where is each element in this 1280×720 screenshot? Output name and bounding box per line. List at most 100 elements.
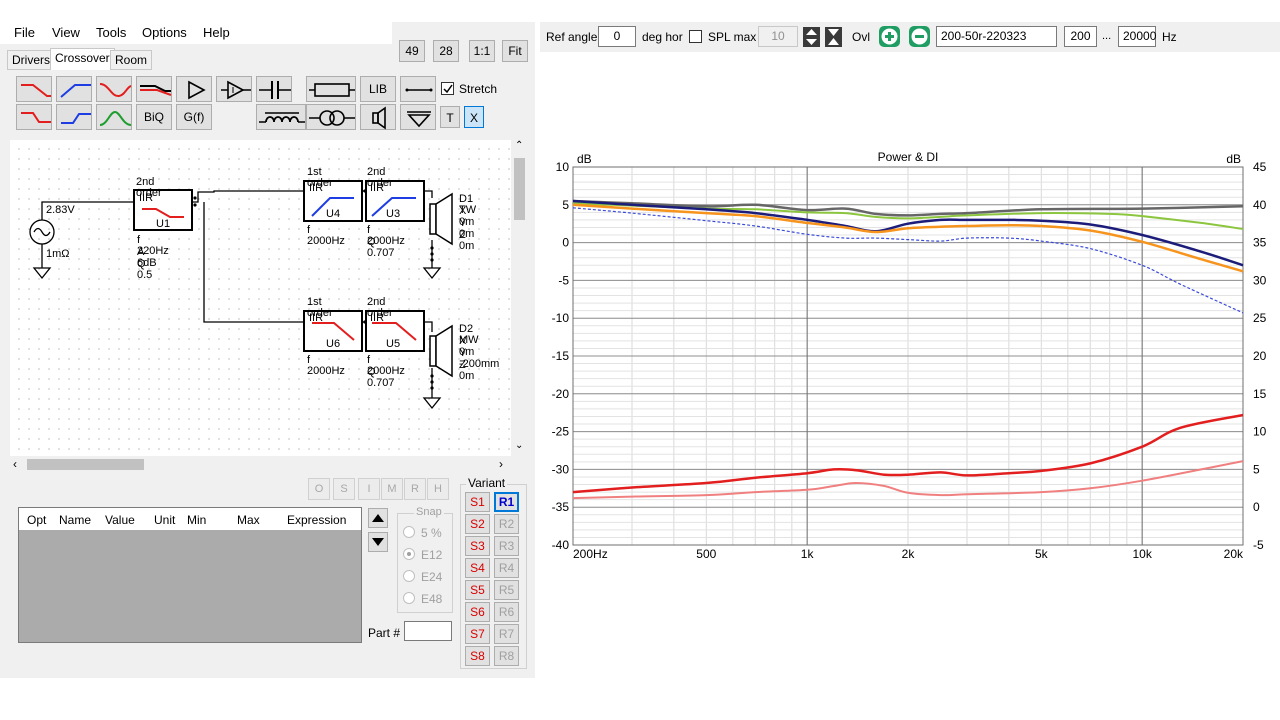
y-tick-label: -20: [552, 387, 570, 401]
add-overlay-button[interactable]: [879, 26, 900, 47]
variant-name-input[interactable]: 200-50r-220323: [936, 26, 1057, 47]
snap-5-radio[interactable]: [403, 526, 415, 538]
variant-r3-button[interactable]: R3: [494, 536, 519, 556]
x-tick-label: 500: [696, 547, 716, 561]
y2-tick-label: 15: [1253, 387, 1267, 401]
u4-freq-label: f 2000Hz: [307, 224, 345, 247]
deg-hor-label: deg hor: [642, 30, 683, 44]
snap-e12-label: E12: [421, 548, 443, 562]
spl-max-input[interactable]: 10: [758, 26, 798, 47]
variant-r7-button[interactable]: R7: [494, 624, 519, 644]
variant-s3-button[interactable]: S3: [465, 536, 490, 556]
option-h-button[interactable]: H: [427, 478, 449, 500]
column-unit[interactable]: Unit: [154, 513, 175, 527]
variant-s2-button[interactable]: S2: [465, 514, 490, 534]
variant-s8-button[interactable]: S8: [465, 646, 490, 666]
u4-type-label: IIR: [309, 182, 324, 194]
y2-tick-label: -5: [1253, 538, 1264, 552]
snap-e12-radio[interactable]: [403, 548, 415, 560]
y-tick-label: -25: [552, 425, 570, 439]
arrow-up-icon: [372, 514, 384, 522]
spl-max-label: SPL max: [708, 30, 757, 44]
variant-s4-button[interactable]: S4: [465, 558, 490, 578]
u3-type-label: IIR: [370, 182, 385, 194]
column-min[interactable]: Min: [187, 513, 206, 527]
variant-r2-button[interactable]: R2: [494, 514, 519, 534]
chart-title: Power & DI: [878, 150, 939, 164]
column-expression[interactable]: Expression: [287, 513, 346, 527]
option-r-button[interactable]: R: [404, 478, 426, 500]
variant-title: Variant: [466, 476, 508, 490]
x-tick-label: 1k: [801, 547, 815, 561]
y-tick-label: -5: [558, 273, 569, 287]
u1-q-label: Q 0.5: [137, 258, 153, 281]
y-tick-label: -30: [552, 462, 570, 476]
ovl-label: Ovl: [852, 30, 870, 44]
vertical-scroll-thumb[interactable]: [514, 158, 525, 220]
variant-r4-button[interactable]: R4: [494, 558, 519, 578]
spin-updown-icon: [806, 29, 817, 45]
part-number-input[interactable]: [404, 621, 452, 641]
source-voltage-label: 2.83V: [46, 204, 75, 216]
option-s-button[interactable]: S: [333, 478, 355, 500]
column-max[interactable]: Max: [237, 513, 260, 527]
driver-d2-icon[interactable]: [429, 324, 453, 378]
u6-type-label: IIR: [309, 312, 324, 324]
x-tick-label: 5k: [1035, 547, 1049, 561]
schematic-vertical-scrollbar[interactable]: ⌃ ⌄: [511, 140, 528, 456]
option-m-button[interactable]: M: [381, 478, 403, 500]
parameter-table[interactable]: Opt Name Value Unit Min Max Expression: [18, 507, 362, 643]
scroll-up-icon[interactable]: ⌃: [515, 140, 523, 151]
variant-s6-button[interactable]: S6: [465, 602, 490, 622]
part-number-label: Part #: [368, 626, 401, 640]
u6-name-label: U6: [326, 338, 341, 350]
column-value[interactable]: Value: [105, 513, 135, 527]
source-resistance-label: 1mΩ: [46, 248, 70, 260]
collapse-icon: [828, 29, 839, 45]
ref-angle-input[interactable]: 0: [598, 26, 636, 47]
column-name[interactable]: Name: [59, 513, 91, 527]
variant-r1-button[interactable]: R1: [494, 492, 519, 512]
y2-tick-label: 10: [1253, 425, 1267, 439]
snap-e48-radio[interactable]: [403, 592, 415, 604]
power-di-chart[interactable]: 10 5 0 -5 -10 -15 -20 -25 -30 -35 -40 45 40 35 30 25 20 1…: [541, 53, 1280, 613]
variant-s5-button[interactable]: S5: [465, 580, 490, 600]
y-tick-label: 10: [556, 160, 570, 174]
y-tick-label: -10: [552, 311, 570, 325]
move-down-button[interactable]: [368, 532, 388, 552]
snap-e24-radio[interactable]: [403, 570, 415, 582]
move-up-button[interactable]: [368, 508, 388, 528]
option-o-button[interactable]: O: [308, 478, 330, 500]
y-tick-label: -40: [552, 538, 570, 552]
y2-tick-label: 45: [1253, 160, 1267, 174]
spl-spin-button[interactable]: [803, 27, 820, 47]
driver-d1-icon[interactable]: [429, 192, 453, 246]
snap-e48-label: E48: [421, 592, 443, 606]
y-tick-label: -15: [552, 349, 570, 363]
y2-tick-label: 0: [1253, 500, 1260, 514]
frequency-min-input[interactable]: 200: [1064, 26, 1097, 47]
x-tick-label: 200Hz: [573, 547, 608, 561]
variant-r8-button[interactable]: R8: [494, 646, 519, 666]
variant-r5-button[interactable]: R5: [494, 580, 519, 600]
y2-tick-label: 35: [1253, 236, 1267, 250]
y2-tick-label: 5: [1253, 462, 1260, 476]
scroll-down-icon[interactable]: ⌄: [515, 440, 523, 451]
spl-max-checkbox[interactable]: [689, 30, 702, 43]
scroll-left-icon[interactable]: ‹: [13, 457, 17, 471]
y2-tick-label: 40: [1253, 198, 1267, 212]
variant-s1-button[interactable]: S1: [465, 492, 490, 512]
variant-s7-button[interactable]: S7: [465, 624, 490, 644]
column-opt[interactable]: Opt: [27, 513, 46, 527]
schematic-horizontal-scrollbar[interactable]: ‹ ›: [10, 456, 528, 473]
variant-r6-button[interactable]: R6: [494, 602, 519, 622]
horizontal-scroll-thumb[interactable]: [27, 459, 144, 470]
option-i-button[interactable]: I: [358, 478, 380, 500]
spl-collapse-button[interactable]: [825, 27, 842, 47]
scroll-right-icon[interactable]: ›: [499, 457, 503, 471]
frequency-max-input[interactable]: 20000: [1118, 26, 1156, 47]
x-tick-label: 20k: [1224, 547, 1244, 561]
y-tick-label: -35: [552, 500, 570, 514]
schematic-drawing: [29, 180, 453, 410]
remove-overlay-button[interactable]: [909, 26, 930, 47]
